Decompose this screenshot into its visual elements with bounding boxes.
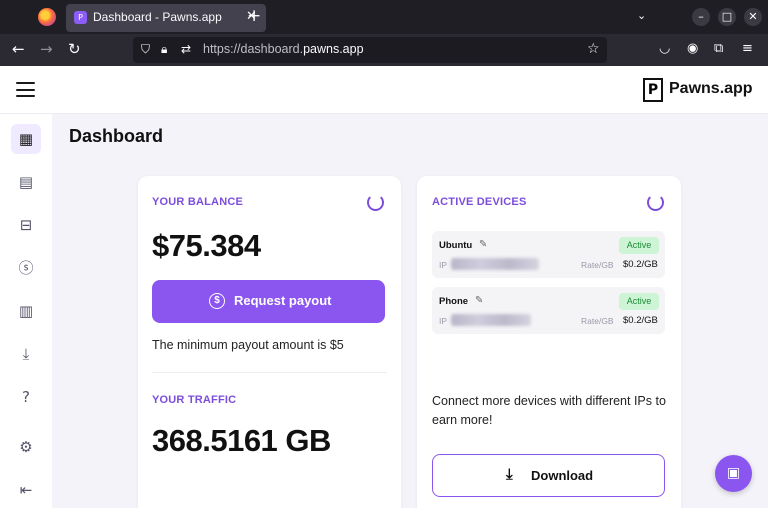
- tab-title: Dashboard - Pawns.app: [93, 10, 222, 24]
- rate-label: Rate/GB: [581, 316, 614, 326]
- device-name: Phone: [439, 296, 469, 307]
- dashboard-icon[interactable]: ▦: [11, 124, 41, 154]
- firefox-icon[interactable]: [38, 8, 56, 26]
- active-devices-label: ACTIVE DEVICES: [432, 196, 527, 208]
- minimize-icon[interactable]: –: [692, 8, 710, 26]
- forward-icon[interactable]: →: [40, 40, 53, 58]
- back-icon[interactable]: ←: [12, 40, 25, 58]
- maximize-icon[interactable]: □: [718, 8, 736, 26]
- ip-label: IP: [439, 316, 448, 326]
- pawns-logo-icon[interactable]: P: [643, 78, 663, 102]
- permissions-icon[interactable]: ⇄: [181, 42, 191, 56]
- stats-icon[interactable]: ▥: [11, 296, 41, 326]
- device-row: Phone ✎ Active IP Rate/GB $0.2/GB: [432, 287, 665, 334]
- ip-value-redacted: [451, 314, 531, 326]
- logout-icon[interactable]: ⇤: [11, 475, 41, 505]
- download-label: Download: [531, 468, 594, 483]
- minimum-payout-note: The minimum payout amount is $5: [152, 338, 344, 352]
- request-payout-button[interactable]: $ Request payout: [152, 280, 385, 323]
- rate-label: Rate/GB: [581, 260, 614, 270]
- pawns-favicon-icon: P: [74, 11, 87, 24]
- edit-pencil-icon[interactable]: ✎: [479, 239, 487, 250]
- download-button[interactable]: ⤓ Download: [432, 454, 665, 497]
- status-badge: Active: [619, 293, 659, 310]
- connect-more-text: Connect more devices with different IPs …: [432, 394, 666, 427]
- traffic-label: YOUR TRAFFIC: [152, 394, 237, 406]
- ip-value-redacted: [451, 258, 539, 270]
- balance-amount: $75.384: [152, 228, 261, 263]
- dollar-icon: $: [209, 293, 225, 309]
- rate-value: $0.2/GB: [623, 259, 658, 270]
- wallet-icon[interactable]: ▤: [11, 167, 41, 197]
- balance-card: YOUR BALANCE $75.384 $ Request payout Th…: [138, 176, 401, 508]
- app-header: P Pawns.app: [0, 66, 768, 114]
- account-icon[interactable]: ◉: [687, 41, 698, 56]
- reload-icon[interactable]: ↻: [68, 40, 81, 58]
- gift-icon[interactable]: ⊟: [11, 210, 41, 240]
- extensions-icon[interactable]: ⧉: [714, 41, 723, 56]
- device-row: Ubuntu ✎ Active IP Rate/GB $0.2/GB: [432, 231, 665, 278]
- rate-value: $0.2/GB: [623, 315, 658, 326]
- dollar-icon[interactable]: ⓢ: [11, 253, 41, 283]
- page-title: Dashboard: [69, 126, 164, 146]
- ip-label: IP: [439, 260, 448, 270]
- divider: [152, 372, 387, 373]
- active-devices-card: ACTIVE DEVICES Ubuntu ✎ Active IP Rate/G…: [417, 176, 681, 508]
- chevron-down-icon[interactable]: ⌄: [637, 9, 646, 22]
- support-chat-icon[interactable]: ▣: [715, 455, 752, 492]
- menu-icon[interactable]: ≡: [742, 41, 753, 56]
- close-window-icon[interactable]: ✕: [744, 8, 762, 26]
- url-text[interactable]: https://dashboard.pawns.app: [203, 42, 364, 56]
- refresh-devices-icon[interactable]: [647, 194, 664, 211]
- sidebar: ▦ ▤ ⊟ ⓢ ▥ ⤓ ? ⚙ ⇤: [0, 114, 52, 508]
- url-bar[interactable]: ⛉ 🔒︎ ⇄ https://dashboard.pawns.app ☆: [133, 37, 607, 63]
- lock-icon[interactable]: 🔒︎: [161, 42, 167, 57]
- bookmark-star-icon[interactable]: ☆: [587, 41, 600, 57]
- download-icon[interactable]: ⤓: [11, 339, 41, 369]
- refresh-balance-icon[interactable]: [367, 194, 384, 211]
- logo-text[interactable]: Pawns.app: [669, 80, 753, 98]
- shield-icon[interactable]: ⛉: [141, 42, 150, 57]
- traffic-amount: 368.5161 GB: [152, 423, 331, 458]
- browser-nav-bar: ← → ↻ ⛉ 🔒︎ ⇄ https://dashboard.pawns.app…: [0, 34, 768, 66]
- browser-tab-bar: P Dashboard - Pawns.app ✕ + ⌄ – □ ✕: [0, 0, 768, 34]
- balance-label: YOUR BALANCE: [152, 196, 244, 208]
- browser-tab[interactable]: P Dashboard - Pawns.app ✕: [66, 4, 266, 32]
- request-payout-label: Request payout: [234, 293, 332, 308]
- pocket-icon[interactable]: ◡: [659, 41, 670, 56]
- device-name: Ubuntu: [439, 240, 473, 251]
- status-badge: Active: [619, 237, 659, 254]
- new-tab-icon[interactable]: +: [247, 6, 261, 26]
- hamburger-menu-icon[interactable]: [16, 82, 35, 97]
- settings-icon[interactable]: ⚙: [11, 432, 41, 462]
- edit-pencil-icon[interactable]: ✎: [475, 295, 483, 306]
- download-icon: ⤓: [506, 465, 513, 483]
- help-icon[interactable]: ?: [11, 382, 41, 412]
